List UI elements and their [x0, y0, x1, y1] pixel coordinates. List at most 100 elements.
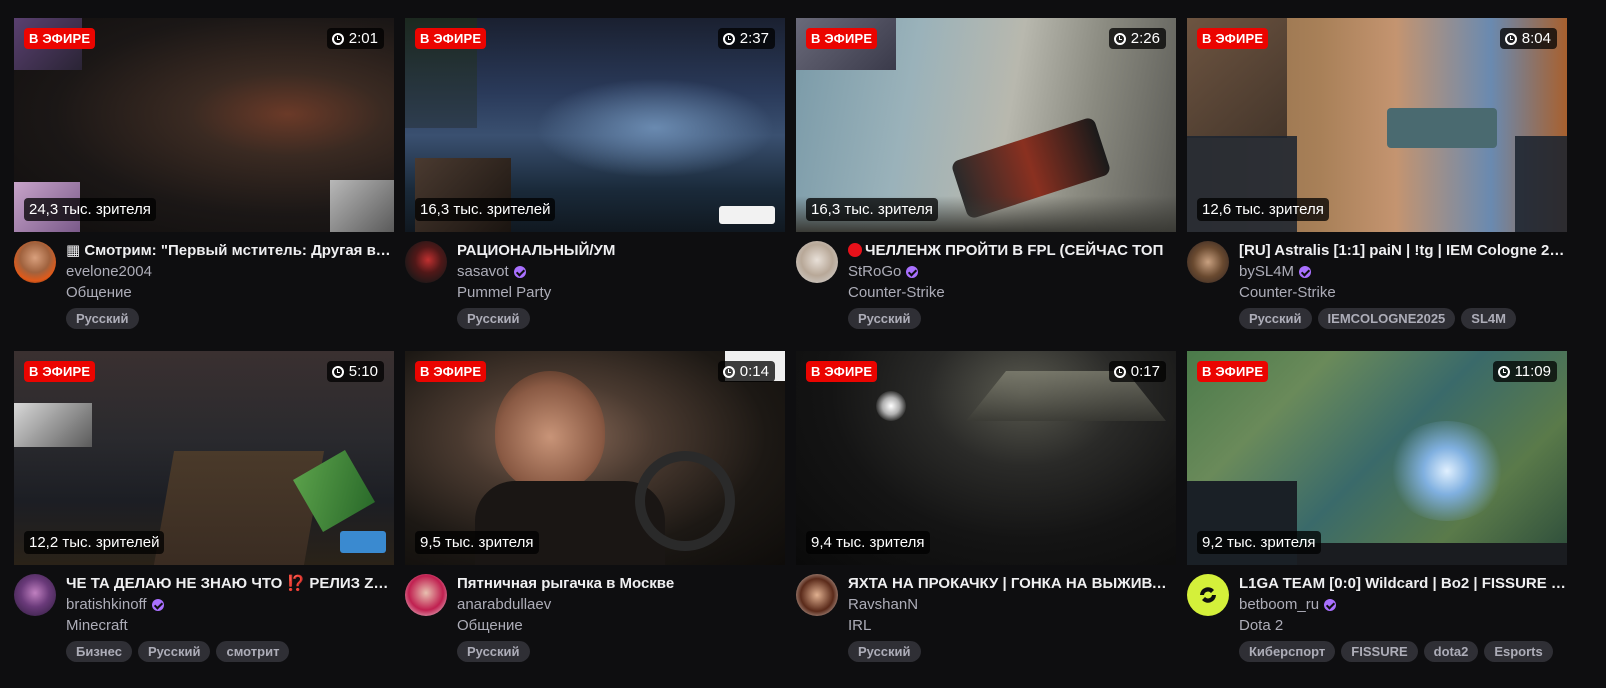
- stream-grid: В ЭФИРЕ 2:01 24,3 тыс. зрителя ▦ Смотрим…: [14, 18, 1567, 684]
- stream-title[interactable]: РАЦИОНАЛЬНЫЙ/УМ: [457, 241, 785, 261]
- uptime-text: 11:09: [1514, 363, 1551, 380]
- stream-title-text: ЧЕЛЛЕНЖ ПРОЙТИ В FPL (СЕЙЧАС ТОП: [865, 242, 1164, 259]
- stream-card[interactable]: В ЭФИРЕ 0:17 9,4 тыс. зрителя ЯХТА НА ПР…: [796, 351, 1176, 684]
- channel-name-text: anarabdullaev: [457, 596, 552, 613]
- tag[interactable]: смотрит: [216, 641, 290, 662]
- uptime-badge: 2:26: [1108, 28, 1166, 49]
- category-link[interactable]: Counter-Strike: [1239, 282, 1567, 303]
- avatar[interactable]: [14, 574, 56, 616]
- tag-list: Русский: [848, 641, 1176, 662]
- stream-card[interactable]: В ЭФИРЕ 0:14 9,5 тыс. зрителя Пятничная …: [405, 351, 785, 684]
- category-link[interactable]: Pummel Party: [457, 282, 785, 303]
- tag[interactable]: Русский: [66, 308, 139, 329]
- channel-name-text: RavshanN: [848, 596, 919, 613]
- stream-card[interactable]: В ЭФИРЕ 11:09 9,2 тыс. зрителя L1GA TEAM…: [1187, 351, 1567, 684]
- channel-name-text: StRoGo: [848, 263, 902, 280]
- category-link[interactable]: Dota 2: [1239, 615, 1567, 636]
- stream-thumbnail[interactable]: В ЭФИРЕ 11:09 9,2 тыс. зрителя: [1187, 351, 1567, 565]
- tag[interactable]: Русский: [457, 641, 530, 662]
- stream-card[interactable]: В ЭФИРЕ 2:26 16,3 тыс. зрителя ЧЕЛЛЕНЖ П…: [796, 18, 1176, 351]
- tag[interactable]: Русский: [848, 308, 921, 329]
- tag[interactable]: Русский: [457, 308, 530, 329]
- stream-card[interactable]: В ЭФИРЕ 2:37 16,3 тыс. зрителей РАЦИОНАЛ…: [405, 18, 785, 351]
- tag-list: Бизнес Русский смотрит: [66, 641, 394, 662]
- tag[interactable]: Русский: [848, 641, 921, 662]
- live-badge: В ЭФИРЕ: [806, 28, 878, 49]
- stream-title[interactable]: L1GA TEAM [0:0] Wildcard | Bo2 | FISSURE…: [1239, 574, 1567, 594]
- avatar[interactable]: [796, 241, 838, 283]
- tag[interactable]: FISSURE: [1341, 641, 1418, 662]
- stream-thumbnail[interactable]: В ЭФИРЕ 2:01 24,3 тыс. зрителя: [14, 18, 394, 232]
- category-link[interactable]: Minecraft: [66, 615, 394, 636]
- stream-meta: РАЦИОНАЛЬНЫЙ/УМ sasavot Pummel Party Рус…: [405, 241, 785, 329]
- channel-name-text: evelone2004: [66, 263, 152, 280]
- uptime-text: 2:26: [1130, 30, 1160, 47]
- stream-thumbnail[interactable]: В ЭФИРЕ 0:17 9,4 тыс. зрителя: [796, 351, 1176, 565]
- channel-name-text: sasavot: [457, 263, 509, 280]
- uptime-badge: 8:04: [1499, 28, 1557, 49]
- category-link[interactable]: IRL: [848, 615, 1176, 636]
- stream-title[interactable]: [RU] Astralis [1:1] paiN | !tg | IEM Col…: [1239, 241, 1567, 261]
- avatar[interactable]: [1187, 241, 1229, 283]
- stream-card[interactable]: В ЭФИРЕ 5:10 12,2 тыс. зрителей ЧЕ ТА ДЕ…: [14, 351, 394, 684]
- tag[interactable]: IEMCOLOGNE2025: [1317, 308, 1456, 329]
- channel-name[interactable]: bySL4M: [1239, 261, 1567, 282]
- avatar[interactable]: [405, 574, 447, 616]
- stream-title[interactable]: ЧЕЛЛЕНЖ ПРОЙТИ В FPL (СЕЙЧАС ТОП: [848, 241, 1176, 261]
- tag[interactable]: Бизнес: [66, 641, 132, 662]
- stream-thumbnail[interactable]: В ЭФИРЕ 5:10 12,2 тыс. зрителей: [14, 351, 394, 565]
- tag-list: Русский IEMCOLOGNE2025 SL4M: [1239, 308, 1567, 329]
- tag[interactable]: dota2: [1423, 641, 1479, 662]
- stream-thumbnail[interactable]: В ЭФИРЕ 2:26 16,3 тыс. зрителя: [796, 18, 1176, 232]
- verified-icon: [513, 265, 526, 278]
- stream-thumbnail[interactable]: В ЭФИРЕ 0:14 9,5 тыс. зрителя: [405, 351, 785, 565]
- stream-card[interactable]: В ЭФИРЕ 2:01 24,3 тыс. зрителя ▦ Смотрим…: [14, 18, 394, 351]
- uptime-badge: 2:01: [326, 28, 384, 49]
- viewer-count: 24,3 тыс. зрителя: [24, 198, 156, 221]
- tag[interactable]: Esports: [1484, 641, 1553, 662]
- viewer-count: 12,6 тыс. зрителя: [1197, 198, 1329, 221]
- live-badge: В ЭФИРЕ: [806, 361, 878, 382]
- stream-meta: L1GA TEAM [0:0] Wildcard | Bo2 | FISSURE…: [1187, 574, 1567, 662]
- stream-thumbnail[interactable]: В ЭФИРЕ 8:04 12,6 тыс. зрителя: [1187, 18, 1567, 232]
- tag-list: Русский: [66, 308, 394, 329]
- tag[interactable]: SL4M: [1461, 308, 1516, 329]
- channel-name[interactable]: anarabdullaev: [457, 594, 785, 615]
- channel-name[interactable]: StRoGo: [848, 261, 1176, 282]
- channel-name[interactable]: bratishkinoff: [66, 594, 394, 615]
- category-link[interactable]: Общение: [66, 282, 394, 303]
- tag[interactable]: Киберспорт: [1239, 641, 1336, 662]
- live-badge: В ЭФИРЕ: [415, 28, 487, 49]
- stream-title[interactable]: ▦ Смотрим: "Первый мститель: Другая войн…: [66, 241, 394, 261]
- avatar[interactable]: [1187, 574, 1229, 616]
- uptime-badge: 11:09: [1492, 361, 1557, 382]
- verified-icon: [1299, 265, 1312, 278]
- live-badge: В ЭФИРЕ: [24, 361, 96, 382]
- channel-name[interactable]: sasavot: [457, 261, 785, 282]
- stream-title[interactable]: ЯХТА НА ПРОКАЧКУ | ГОНКА НА ВЫЖИВАНИЕ: [848, 574, 1176, 594]
- viewer-count: 9,2 тыс. зрителя: [1197, 531, 1321, 554]
- stream-card[interactable]: В ЭФИРЕ 8:04 12,6 тыс. зрителя [RU] Astr…: [1187, 18, 1567, 351]
- stream-title[interactable]: ЧЕ ТА ДЕЛАЮ НЕ ЗНАЮ ЧТО ⁉️ РЕЛИЗ ZLOY: [66, 574, 394, 594]
- category-link[interactable]: Counter-Strike: [848, 282, 1176, 303]
- viewer-count: 16,3 тыс. зрителя: [806, 198, 938, 221]
- stream-meta: ЧЕ ТА ДЕЛАЮ НЕ ЗНАЮ ЧТО ⁉️ РЕЛИЗ ZLOY br…: [14, 574, 394, 662]
- stream-thumbnail[interactable]: В ЭФИРЕ 2:37 16,3 тыс. зрителей: [405, 18, 785, 232]
- uptime-badge: 0:14: [717, 361, 775, 382]
- channel-name[interactable]: RavshanN: [848, 594, 1176, 615]
- uptime-text: 0:14: [739, 363, 769, 380]
- channel-name[interactable]: betboom_ru: [1239, 594, 1567, 615]
- avatar[interactable]: [796, 574, 838, 616]
- clock-icon: [722, 32, 735, 45]
- uptime-text: 2:37: [739, 30, 769, 47]
- avatar[interactable]: [14, 241, 56, 283]
- tag[interactable]: Русский: [137, 641, 211, 662]
- clock-icon: [722, 365, 735, 378]
- stream-title[interactable]: Пятничная рыгачка в Москве: [457, 574, 785, 594]
- avatar[interactable]: [405, 241, 447, 283]
- channel-name-text: bySL4M: [1239, 263, 1295, 280]
- category-link[interactable]: Общение: [457, 615, 785, 636]
- verified-icon: [151, 598, 164, 611]
- channel-name[interactable]: evelone2004: [66, 261, 394, 282]
- tag[interactable]: Русский: [1239, 308, 1312, 329]
